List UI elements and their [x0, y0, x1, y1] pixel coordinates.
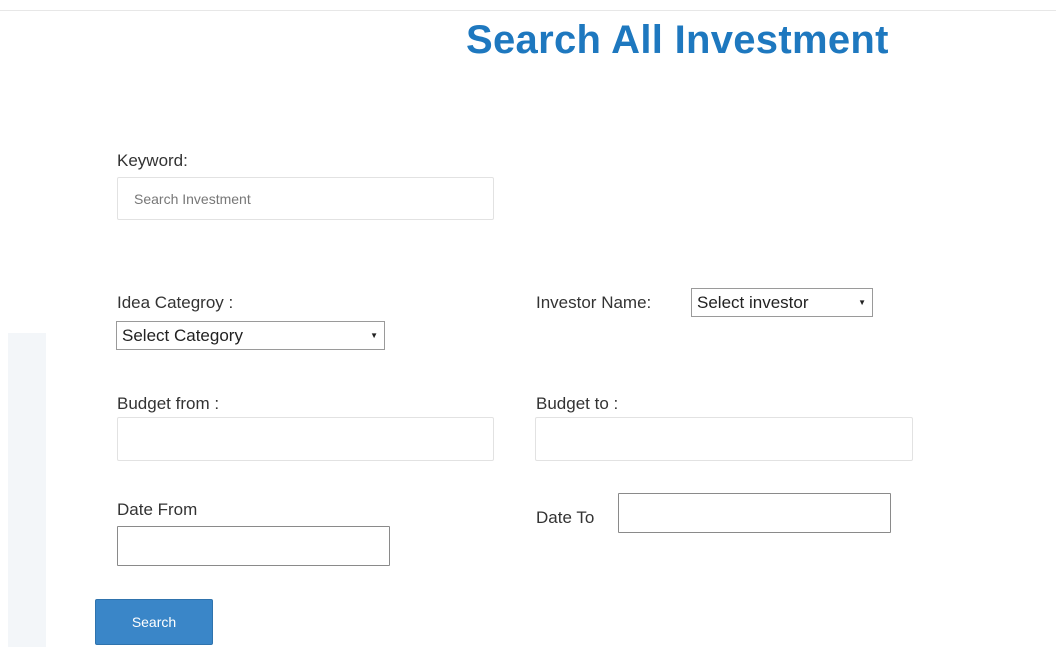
date-from-label: Date From: [117, 500, 198, 519]
budget-to-label: Budget to :: [536, 394, 619, 413]
chevron-down-icon: ▼: [858, 298, 866, 307]
category-label: Idea Categroy :: [117, 293, 234, 312]
side-panel: [8, 333, 46, 647]
search-investment-page: Search All Investment Keyword: Idea Cate…: [0, 0, 1056, 647]
keyword-input[interactable]: [117, 177, 494, 220]
keyword-label: Keyword:: [117, 151, 188, 170]
category-select-value: Select Category: [122, 325, 243, 345]
category-select[interactable]: Select Category ▼: [116, 321, 385, 350]
date-to-input[interactable]: [618, 493, 891, 533]
chevron-down-icon: ▼: [370, 331, 378, 340]
date-to-label: Date To: [536, 508, 595, 527]
top-divider: [0, 10, 1056, 11]
investor-label: Investor Name:: [536, 293, 652, 312]
budget-from-label: Budget from :: [117, 394, 220, 413]
budget-from-input[interactable]: [117, 417, 494, 461]
budget-to-input[interactable]: [535, 417, 913, 461]
investor-select-value: Select investor: [697, 292, 809, 312]
page-title: Search All Investment: [466, 18, 889, 62]
investor-select[interactable]: Select investor ▼: [691, 288, 873, 317]
search-button[interactable]: Search: [95, 599, 213, 645]
date-from-input[interactable]: [117, 526, 390, 566]
